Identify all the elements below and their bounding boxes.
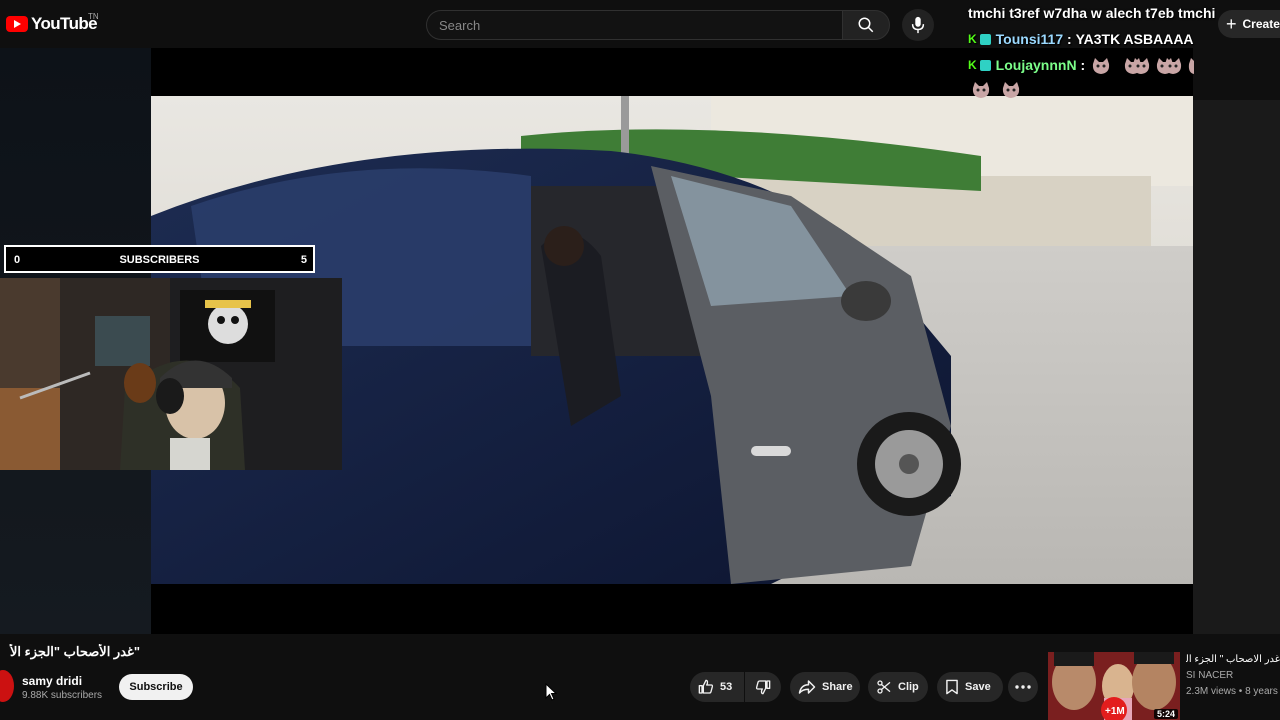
thumbs-down-icon [755, 680, 771, 695]
create-button[interactable]: + Create [1218, 10, 1280, 38]
right-background-panel [1193, 100, 1280, 634]
chat-colon: : [1076, 57, 1086, 73]
youtube-logo[interactable]: YouTube TN [6, 12, 99, 34]
scissors-icon [877, 680, 891, 694]
subscriber-badge-icon [979, 59, 991, 71]
recommended-video-thumbnail[interactable]: +1M 5:24 [1048, 652, 1180, 720]
cat-emote-icon [1002, 82, 1020, 98]
search-input[interactable] [426, 10, 842, 40]
save-button[interactable]: Save [937, 672, 1003, 702]
channel-avatar[interactable] [0, 670, 14, 702]
subscriber-badge-icon [979, 33, 991, 45]
plus-icon: + [1226, 13, 1237, 34]
chat-message-2: K Tounsi117 : YA3TK ASBAAAA [968, 31, 1194, 47]
bookmark-icon [946, 679, 958, 695]
search-icon [858, 17, 874, 33]
chat-overlay: tmchi t3ref w7dha w alech t7eb tmchi K T… [962, 0, 1215, 100]
more-actions-button[interactable] [1008, 672, 1038, 702]
recommended-video-channel[interactable]: SI NACER [1186, 670, 1233, 681]
chat-message-3: K LoujaynnnN : [968, 57, 1085, 73]
subscribe-button[interactable]: Subscribe [119, 674, 193, 700]
share-button[interactable]: Share [790, 672, 860, 702]
webcam-scene [0, 278, 342, 470]
chat-colon: : [1063, 31, 1076, 47]
recommended-video-meta: 2.3M views • 8 years ago [1186, 686, 1280, 697]
clip-button[interactable]: Clip [868, 672, 928, 702]
cat-emote-icon [1164, 58, 1182, 74]
chat-text: YA3TK ASBAAAA [1075, 31, 1194, 47]
search-button[interactable] [842, 10, 890, 40]
chat-message-1: tmchi t3ref w7dha w alech t7eb tmchi [968, 5, 1216, 21]
like-count: 53 [720, 681, 733, 693]
dislike-button[interactable] [745, 672, 781, 702]
kick-badge-icon: K [968, 58, 977, 72]
goal-label: SUBSCRIBERS [119, 254, 200, 266]
microphone-icon [911, 16, 925, 34]
cat-emote-icon [1092, 58, 1110, 74]
save-label: Save [965, 681, 991, 693]
thumbs-up-icon [698, 679, 714, 694]
video-duration: 5:24 [1153, 709, 1178, 719]
recommended-video-title[interactable]: غدر الاصحاب " الجزء الثاني" [1186, 654, 1280, 668]
svg-text:+1M: +1M [1105, 706, 1125, 717]
video-title: "غدر الأصحاب "الجزء الأ [10, 644, 140, 659]
chat-username: Tounsi117 [995, 31, 1064, 47]
chat-username: LoujaynnnN [995, 57, 1077, 73]
subscriber-goal-bar: 0 SUBSCRIBERS 5 [4, 245, 315, 273]
mouse-cursor-icon [545, 683, 557, 701]
more-horizontal-icon [1015, 685, 1031, 689]
create-label: Create [1242, 17, 1280, 31]
chat-emotes-row-2 [1124, 56, 1194, 76]
channel-name[interactable]: samy dridi [22, 674, 82, 688]
channel-subscriber-count: 9.88K subscribers [22, 690, 103, 701]
share-label: Share [822, 681, 853, 693]
like-button[interactable]: 53 [690, 672, 744, 702]
clip-label: Clip [898, 681, 919, 693]
streamer-webcam [0, 278, 342, 470]
goal-max: 5 [300, 254, 307, 266]
logo-country-code: TN [88, 12, 99, 21]
cat-emote-icon [972, 82, 990, 98]
share-icon [798, 680, 816, 694]
youtube-play-icon [6, 16, 28, 32]
voice-search-button[interactable] [902, 9, 934, 41]
kick-badge-icon: K [968, 32, 977, 46]
cat-emote-icon [1132, 58, 1150, 74]
